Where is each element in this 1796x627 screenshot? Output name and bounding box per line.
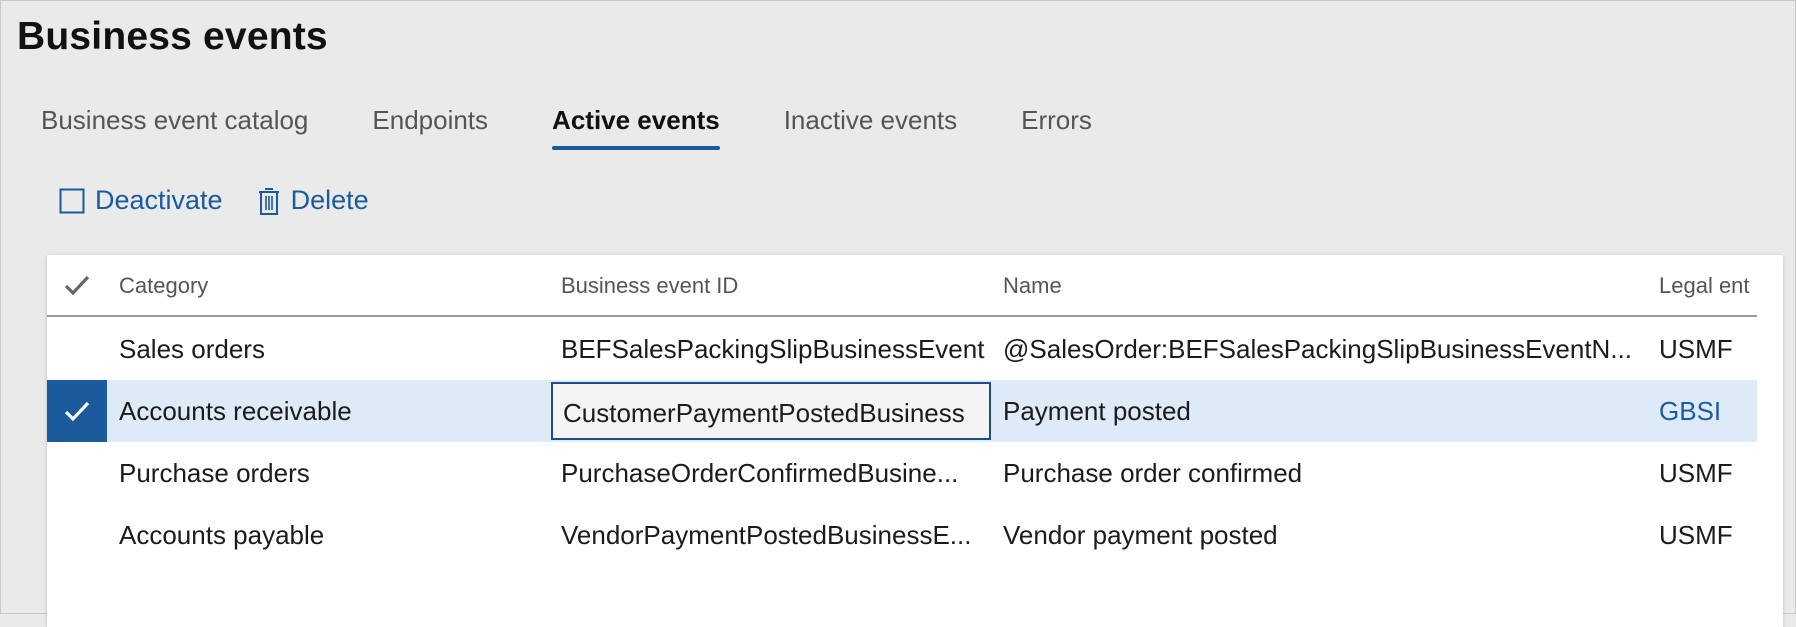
tab-active-events[interactable]: Active events <box>552 101 720 157</box>
tab-bar: Business event catalog Endpoints Active … <box>41 101 1156 157</box>
trash-icon <box>257 186 281 216</box>
tab-business-event-catalog[interactable]: Business event catalog <box>41 101 308 157</box>
cell-name: Payment posted <box>1003 396 1191 426</box>
cell-business-event-id-focused[interactable]: CustomerPaymentPostedBusiness <box>551 382 991 440</box>
delete-label: Delete <box>290 185 369 215</box>
tab-endpoints[interactable]: Endpoints <box>372 101 488 157</box>
page-title: Business events <box>17 15 328 58</box>
column-header-business-event-id[interactable]: Business event ID <box>561 255 981 317</box>
column-header-name[interactable]: Name <box>1003 255 1623 317</box>
row-select-checkbox[interactable] <box>47 380 107 442</box>
table-row-selected[interactable]: Accounts receivable CustomerPaymentPoste… <box>47 380 1757 442</box>
column-header-legal-entity[interactable]: Legal ent <box>1659 255 1757 317</box>
cell-name: Purchase order confirmed <box>1003 458 1303 488</box>
table-row[interactable]: Accounts payable VendorPaymentPostedBusi… <box>47 504 1757 566</box>
cell-category: Purchase orders <box>119 458 310 488</box>
deactivate-button[interactable]: Deactivate <box>59 185 223 216</box>
grid-header: Category Business event ID Name Legal en… <box>47 255 1757 317</box>
delete-button[interactable]: Delete <box>257 185 369 216</box>
cell-business-event-id[interactable]: VendorPaymentPostedBusinessE... <box>561 504 985 566</box>
cell-name: @SalesOrder:BEFSalesPackingSlipBusinessE… <box>1003 334 1633 364</box>
cell-legal-entity: USMF <box>1659 520 1733 550</box>
row-select-checkbox[interactable] <box>47 318 107 380</box>
cell-name: Vendor payment posted <box>1003 520 1278 550</box>
column-header-category[interactable]: Category <box>119 255 539 317</box>
action-bar: Deactivate Delete <box>59 185 403 216</box>
cell-legal-entity: USMF <box>1659 458 1733 488</box>
select-all-checkbox[interactable] <box>47 255 107 315</box>
cell-category: Accounts receivable <box>119 396 352 426</box>
cell-legal-entity-link[interactable]: GBSI <box>1659 380 1757 442</box>
deactivate-label: Deactivate <box>95 185 223 215</box>
cell-legal-entity: USMF <box>1659 334 1733 364</box>
row-select-checkbox[interactable] <box>47 504 107 566</box>
active-events-grid: Category Business event ID Name Legal en… <box>47 255 1783 627</box>
cell-category: Accounts payable <box>119 520 325 550</box>
table-row[interactable]: Purchase orders PurchaseOrderConfirmedBu… <box>47 442 1757 504</box>
cell-category: Sales orders <box>119 334 265 364</box>
row-select-checkbox[interactable] <box>47 442 107 504</box>
checkbox-outline-icon <box>59 188 85 214</box>
tab-errors[interactable]: Errors <box>1021 101 1092 157</box>
cell-business-event-id[interactable]: PurchaseOrderConfirmedBusine... <box>561 442 985 504</box>
checkmark-icon <box>64 401 90 422</box>
cell-business-event-id[interactable]: BEFSalesPackingSlipBusinessEvent <box>561 318 985 380</box>
tab-inactive-events[interactable]: Inactive events <box>784 101 957 157</box>
checkmark-icon <box>64 275 90 296</box>
table-row[interactable]: Sales orders BEFSalesPackingSlipBusiness… <box>47 318 1757 380</box>
